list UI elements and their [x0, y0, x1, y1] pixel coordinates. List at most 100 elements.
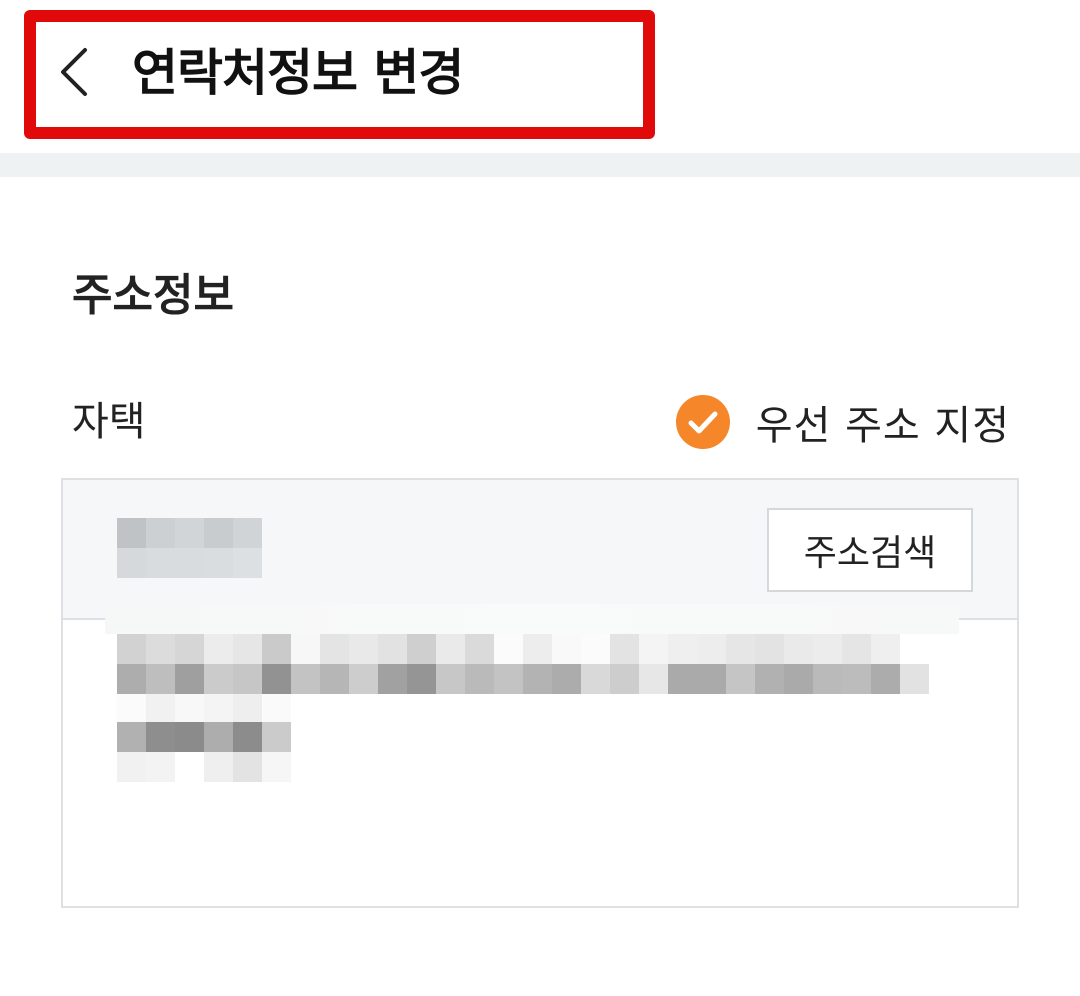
- redaction-block: [175, 722, 204, 752]
- redaction-block: [726, 634, 755, 664]
- redaction-block: [639, 664, 668, 694]
- redaction-block: [117, 664, 146, 694]
- redaction-block: [726, 664, 755, 694]
- address-line-2: [117, 664, 929, 694]
- address-type-label: 자택: [72, 399, 146, 445]
- redaction-block: [146, 518, 175, 548]
- redaction-block: [204, 722, 233, 752]
- page-title: 연락처정보 변경: [132, 44, 464, 102]
- address-search-button[interactable]: 주소검색: [767, 508, 973, 592]
- redaction-block: [610, 664, 639, 694]
- redaction-block: [784, 634, 813, 664]
- redaction-block: [117, 752, 146, 782]
- redaction-block: [204, 548, 233, 578]
- chevron-left-icon: [57, 46, 91, 102]
- redaction-block: [175, 634, 204, 664]
- section-title: 주소정보: [72, 270, 234, 321]
- redaction-block: [842, 664, 871, 694]
- redaction-block: [291, 634, 320, 664]
- redaction-block: [668, 634, 697, 664]
- redaction-block: [813, 664, 842, 694]
- redaction-block: [117, 694, 146, 724]
- redaction-block: [755, 664, 784, 694]
- redaction-block: [320, 634, 349, 664]
- redaction-block: [233, 722, 262, 752]
- check-circle-icon[interactable]: [675, 395, 730, 449]
- redaction-block: [407, 634, 436, 664]
- redaction-block: [581, 664, 610, 694]
- redaction-block: [465, 634, 494, 664]
- redaction-block: [204, 694, 233, 724]
- redaction-block: [436, 664, 465, 694]
- address-line-5: [117, 752, 291, 782]
- redaction-block: [262, 722, 291, 752]
- redaction-block: [146, 664, 175, 694]
- redaction-block: [552, 664, 581, 694]
- redaction-block: [262, 664, 291, 694]
- redaction-block: [610, 634, 639, 664]
- address-detail-field[interactable]: [63, 620, 1017, 906]
- redaction-block: [233, 548, 262, 578]
- priority-address-toggle[interactable]: 우선 주소 지정: [675, 394, 1010, 450]
- redaction-block: [639, 634, 668, 664]
- address-line-3: [117, 694, 291, 724]
- redaction-block: [378, 634, 407, 664]
- redaction-block: [900, 664, 929, 694]
- redaction-block: [233, 664, 262, 694]
- redaction-block: [233, 518, 262, 548]
- redaction-block: [204, 752, 233, 782]
- zip-code-value: [117, 518, 263, 578]
- redaction-block: [233, 694, 262, 724]
- redaction-block: [175, 694, 204, 724]
- redaction-block: [175, 664, 204, 694]
- redaction-block: [349, 664, 378, 694]
- priority-address-label: 우선 주소 지정: [755, 403, 1010, 449]
- redaction-block: [581, 634, 610, 664]
- redaction-block: [320, 664, 349, 694]
- redaction-block: [262, 752, 291, 782]
- redaction-block: [117, 634, 146, 664]
- app-header: 연락처정보 변경: [0, 0, 1080, 154]
- redaction-block: [697, 634, 726, 664]
- redaction-block: [146, 548, 175, 578]
- redaction-block: [262, 694, 291, 724]
- section-divider: [0, 153, 1080, 177]
- redaction-block: [175, 548, 204, 578]
- redaction-block: [146, 634, 175, 664]
- redaction-block: [842, 634, 871, 664]
- redaction-block: [407, 664, 436, 694]
- redaction-block: [813, 634, 842, 664]
- redaction-block: [523, 634, 552, 664]
- redaction-block: [175, 752, 204, 782]
- redaction-block: [523, 664, 552, 694]
- redaction-block: [871, 634, 900, 664]
- redaction-block: [755, 634, 784, 664]
- redaction-block: [204, 664, 233, 694]
- redaction-block: [552, 634, 581, 664]
- redaction-block: [146, 722, 175, 752]
- redaction-block: [204, 634, 233, 664]
- redaction-block: [494, 664, 523, 694]
- redaction-block: [204, 518, 233, 548]
- redaction-block: [146, 752, 175, 782]
- redaction-block: [668, 664, 697, 694]
- address-box: 주소검색: [61, 478, 1019, 908]
- redaction-block: [871, 664, 900, 694]
- back-button[interactable]: [50, 44, 98, 104]
- redaction-block: [697, 664, 726, 694]
- zip-code-row: 주소검색: [63, 480, 1017, 620]
- redaction-block: [233, 752, 262, 782]
- redaction-block: [117, 548, 146, 578]
- redaction-block: [784, 664, 813, 694]
- redaction-block: [465, 664, 494, 694]
- redaction-block: [117, 722, 146, 752]
- redaction-block: [378, 664, 407, 694]
- redaction-block: [291, 664, 320, 694]
- redaction-block: [262, 634, 291, 664]
- redaction-block: [175, 518, 204, 548]
- redaction-block: [146, 694, 175, 724]
- address-line-4: [117, 722, 291, 752]
- redaction-block: [233, 634, 262, 664]
- address-line-1: [117, 634, 900, 664]
- redaction-block: [117, 518, 146, 548]
